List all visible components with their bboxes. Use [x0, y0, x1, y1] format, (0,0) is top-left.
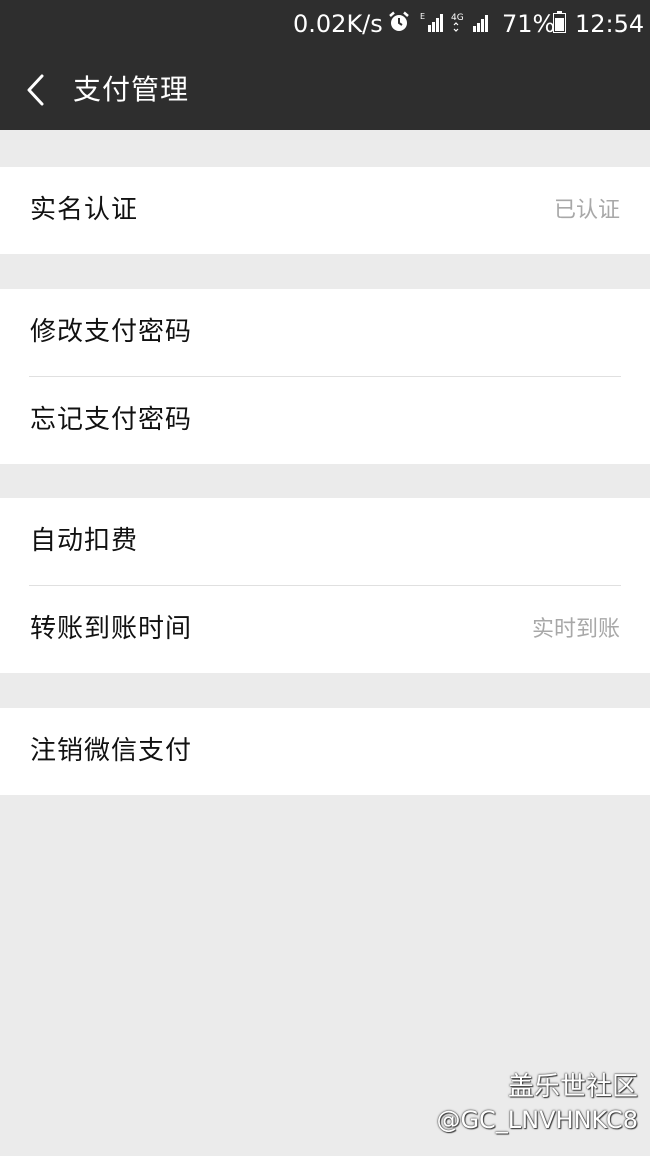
list-item-real-name-verification[interactable]: 实名认证 已认证 — [0, 167, 650, 254]
lte-signal-icon: 4G — [451, 13, 488, 32]
svg-text:4G: 4G — [451, 13, 464, 23]
sim1-signal-icon: E — [420, 12, 443, 32]
network-speed: 0.02K/s — [293, 10, 383, 38]
list-item-label: 转账到账时间 — [30, 614, 193, 644]
clock: 12:54 — [575, 10, 645, 38]
deactivate-group: 注销微信支付 — [0, 708, 650, 795]
verification-status: 已认证 — [553, 198, 620, 223]
transfer-arrival-value: 实时到账 — [531, 617, 620, 642]
title-bar: 支付管理 — [0, 50, 650, 130]
list-item-label: 实名认证 — [30, 195, 139, 225]
list-item-deactivate-wechat-pay[interactable]: 注销微信支付 — [0, 708, 650, 795]
alarm-icon — [389, 11, 409, 31]
list-item-forgot-payment-password[interactable]: 忘记支付密码 — [0, 377, 650, 464]
list-item-change-payment-password[interactable]: 修改支付密码 — [0, 289, 650, 376]
payment-management-screen: 0.02K/s E 4G 71% 12:54 支付管理 实名认证 已认证 修改支… — [0, 0, 650, 1156]
battery-icon — [553, 11, 566, 33]
chevron-left-icon[interactable] — [22, 72, 50, 108]
list-item-label: 忘记支付密码 — [30, 405, 193, 435]
watermark-user: @GC_LNVHNKC8 — [436, 1106, 638, 1134]
list-item-transfer-arrival-time[interactable]: 转账到账时间 实时到账 — [0, 586, 650, 673]
page-title: 支付管理 — [73, 73, 190, 106]
battery-percent: 71% — [502, 10, 556, 38]
list-item-auto-deduction[interactable]: 自动扣费 — [0, 498, 650, 585]
list-item-label: 自动扣费 — [30, 526, 139, 556]
status-bar: 0.02K/s E 4G 71% 12:54 — [0, 0, 650, 50]
list-item-label: 修改支付密码 — [30, 317, 193, 347]
identity-group: 实名认证 已认证 — [0, 167, 650, 254]
list-item-label: 注销微信支付 — [30, 736, 193, 766]
svg-text:E: E — [420, 12, 425, 21]
password-group: 修改支付密码 忘记支付密码 — [0, 289, 650, 464]
watermark-site: 盖乐世社区 — [507, 1072, 638, 1102]
settings-group: 自动扣费 转账到账时间 实时到账 — [0, 498, 650, 673]
